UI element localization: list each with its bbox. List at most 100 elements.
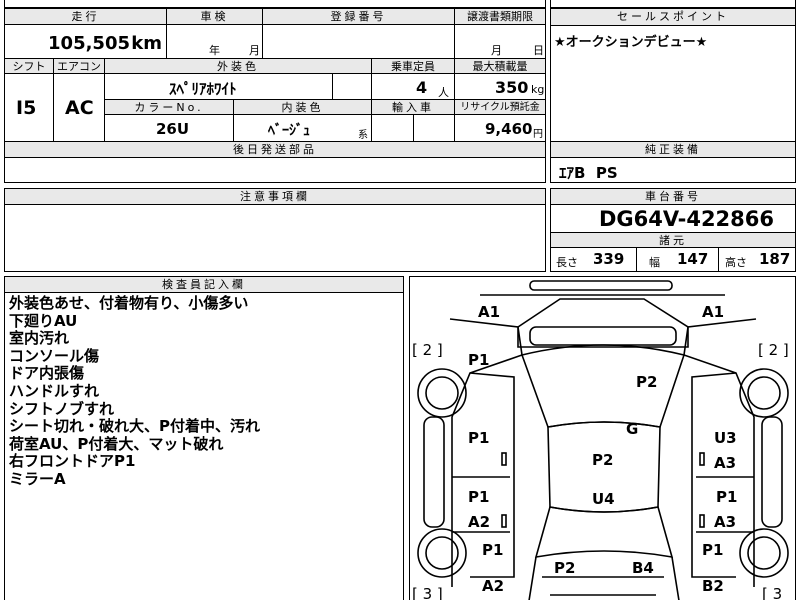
mark-a1-left: A1 — [478, 303, 500, 321]
shift-header: シフト — [4, 58, 54, 74]
specs-row: 長さ 339 幅 147 高さ 187 — [551, 247, 795, 271]
right-skirt — [761, 416, 783, 528]
max-load-label: 最大積載量 — [472, 60, 528, 73]
note-line: 下廻りAU — [9, 311, 78, 330]
chassis-box: 車台番号 DG64V-422866 諸元 長さ 339 幅 147 高さ 187 — [550, 188, 796, 272]
capacity-unit: 人 — [438, 86, 449, 99]
rear-lower — [542, 576, 664, 596]
caution-header: 注意事項欄 — [5, 189, 545, 205]
color-no-label: カラーNo. — [134, 101, 204, 114]
inspector-header: 検査員記入欄 — [5, 277, 403, 293]
exterior-color-header: 外装色 — [104, 58, 372, 74]
length-label: 長さ — [556, 256, 578, 269]
interior-color-value: ﾍﾞｰｼﾞｭ — [268, 123, 310, 139]
import-label: 輸入車 — [392, 101, 434, 114]
transfer-deadline-cell: 月 日 — [454, 24, 546, 59]
mark-a1-right: A1 — [702, 303, 724, 321]
recycle-label: リサイクル預託金 — [460, 102, 540, 113]
mark-p2-windshield: P2 — [636, 373, 657, 391]
interior-color-label: 内装色 — [281, 101, 324, 114]
handle-right-rear — [699, 514, 705, 528]
registration-label: 登録番号 — [330, 10, 387, 23]
standard-equipment-box: 純正装備 ｴｱB PS — [550, 141, 796, 183]
mark-p1-rear-right: P1 — [702, 541, 723, 559]
mark-p2-rear: P2 — [554, 559, 575, 577]
mark-a2-door-left: A2 — [468, 513, 490, 531]
handle-right-front — [699, 452, 705, 466]
exterior-color-value: ｽﾍﾟﾘｱﾎﾜｲﾄ — [169, 80, 237, 98]
later-parts-box: 後日発送部品 — [4, 141, 546, 183]
import-cell-a — [371, 114, 414, 142]
note-line: 右フロントドアP1 — [9, 452, 136, 471]
handle-left-rear — [501, 514, 507, 528]
inspection-label: 車検 — [200, 10, 229, 23]
mileage-value: 105,505 — [48, 33, 130, 54]
specs-header: 諸元 — [551, 232, 795, 248]
ac-label: エアコン — [57, 60, 101, 73]
capacity-label: 乗車定員 — [391, 60, 435, 73]
specs-label: 諸元 — [659, 234, 687, 247]
width-cell: 幅 147 — [637, 247, 719, 271]
rear-window — [534, 506, 674, 559]
mileage-unit: km — [131, 33, 162, 54]
top-right-remnant — [550, 0, 796, 8]
capacity-header: 乗車定員 — [371, 58, 455, 74]
mileage-label: 走行 — [71, 10, 100, 23]
chassis-label: 車台番号 — [645, 190, 701, 203]
mark-p1-door-left: P1 — [468, 488, 489, 506]
standard-equipment-value: ｴｱB PS — [559, 164, 618, 182]
standard-equipment-header: 純正装備 — [551, 142, 795, 158]
wheel-rear-right-inner — [747, 536, 781, 570]
interior-color-cell: ﾍﾞｰｼﾞｭ 系 — [233, 114, 372, 142]
mark-bracket-left-bottom: [ 3 ] — [412, 585, 443, 600]
interior-color-header: 内装色 — [233, 99, 372, 115]
shift-label: シフト — [12, 60, 46, 73]
note-line: ドア内張傷 — [9, 364, 85, 383]
capacity-value: 4 — [416, 78, 428, 97]
chassis-header: 車台番号 — [551, 189, 795, 205]
wheel-rear-left-inner — [425, 536, 459, 570]
ac-value: AC — [65, 97, 94, 119]
recycle-header: リサイクル預託金 — [454, 99, 546, 115]
later-parts-label: 後日発送部品 — [233, 143, 317, 156]
windshield — [520, 344, 686, 428]
color-no-cell: 26U — [104, 114, 234, 142]
standard-equipment-label: 純正装備 — [645, 143, 701, 156]
length-value: 339 — [593, 250, 625, 268]
capacity-cell: 4 人 — [371, 73, 455, 100]
registration-cell — [262, 24, 455, 59]
inspector-notes: 外装色あせ、付着物有り、小傷多い 下廻りAU 室内汚れ コンソール傷 ドア内張傷… — [5, 293, 403, 489]
mark-g-roof: G — [626, 420, 638, 438]
note-line: シフトノブすれ — [9, 399, 115, 418]
mark-p1-rear-left: P1 — [482, 541, 503, 559]
registration-header: 登録番号 — [262, 8, 455, 25]
shift-value: I5 — [16, 97, 37, 119]
hood — [517, 298, 689, 348]
note-line: ミラーA — [9, 469, 66, 488]
recycle-cell: 9,460 円 — [454, 114, 546, 142]
mark-bracket-right-top: [ 2 ] — [758, 341, 789, 359]
import-header: 輸入車 — [371, 99, 455, 115]
caution-label: 注意事項欄 — [240, 190, 310, 203]
top-remnant-row — [4, 0, 546, 8]
inspection-cell: 年 月 — [166, 24, 263, 59]
height-cell: 高さ 187 — [719, 247, 795, 271]
left-skirt — [423, 416, 445, 528]
recycle-unit: 円 — [533, 129, 543, 140]
handle-left-front — [501, 452, 507, 466]
transfer-month-label: 月 — [491, 44, 502, 57]
wheel-front-right-inner — [747, 376, 781, 410]
car-diagram: A1 A1 [ 2 ] [ 2 ] P1 P2 P1 G U3 A3 P2 U4… — [412, 280, 789, 600]
transfer-deadline-label: 譲渡書類期限 — [467, 10, 533, 23]
height-label: 高さ — [725, 256, 747, 269]
color-no-value: 26U — [156, 120, 190, 138]
max-load-cell: 350 kg — [454, 73, 546, 100]
mark-p1-front-left: P1 — [468, 351, 489, 369]
inspection-header: 車検 — [166, 8, 263, 25]
mark-u3-right: U3 — [714, 429, 737, 447]
note-line: シート切れ・破れ大、P付着中、汚れ — [9, 417, 260, 436]
inspector-box: 検査員記入欄 外装色あせ、付着物有り、小傷多い 下廻りAU 室内汚れ コンソール… — [4, 276, 404, 600]
transfer-deadline-header: 譲渡書類期限 — [454, 8, 546, 25]
transfer-day-label: 日 — [533, 44, 544, 57]
exterior-color-cell: ｽﾍﾟﾘｱﾎﾜｲﾄ — [104, 73, 333, 100]
